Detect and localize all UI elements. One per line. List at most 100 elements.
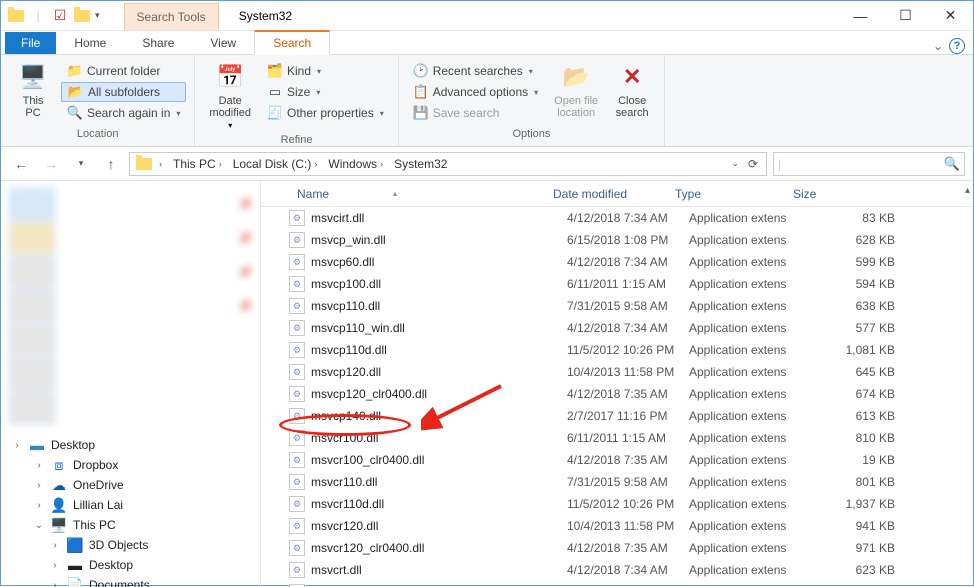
save-search-button: 💾 Save search: [407, 103, 544, 123]
navigation-pane[interactable]: 📌 📌 📌 📌 ›▬Desktop ›⧈Dropbox ›☁OneDrive ›…: [1, 181, 261, 587]
help-icon[interactable]: ?: [949, 38, 965, 54]
quick-access-item[interactable]: [1, 391, 260, 425]
tree-item-thispc[interactable]: ⌄🖥️This PC: [1, 515, 260, 535]
dll-file-icon: ⚙: [289, 474, 305, 490]
breadcrumb-segment[interactable]: Windows›: [324, 157, 390, 171]
qa-separator: |: [29, 7, 47, 25]
column-header-name[interactable]: Name▴: [289, 187, 545, 201]
search-input[interactable]: | 🔍: [773, 152, 965, 176]
group-label: Location: [77, 126, 119, 142]
file-row[interactable]: ⚙msvcp60.dll4/12/2018 7:34 AMApplication…: [261, 251, 973, 273]
folder-icon: [136, 158, 152, 170]
file-row[interactable]: ⚙msvcr100.dll6/11/2011 1:15 AMApplicatio…: [261, 427, 973, 449]
date-modified-button[interactable]: 📅 Date modified ▾: [203, 59, 257, 132]
search-icon: 🔍: [944, 156, 960, 172]
maximize-button[interactable]: ☐: [883, 2, 928, 30]
column-header-type[interactable]: Type: [667, 187, 785, 201]
dll-file-icon: ⚙: [289, 276, 305, 292]
ribbon-group-refine: 📅 Date modified ▾ 🗂️ Kind▾ ▭ Size▾ 🧾 Oth…: [195, 55, 398, 146]
quick-access-item[interactable]: 📌: [1, 255, 260, 289]
dll-file-icon: ⚙: [289, 254, 305, 270]
share-tab[interactable]: Share: [124, 32, 192, 54]
size-button[interactable]: ▭ Size▾: [261, 82, 390, 102]
breadcrumb-segment[interactable]: Local Disk (C:)›: [229, 157, 325, 171]
qa-dropdown-icon[interactable]: ▾: [95, 10, 100, 21]
search-again-in-button[interactable]: 🔍 Search again in▾: [61, 103, 186, 123]
contextual-tab-label: Search Tools: [124, 3, 219, 30]
close-search-button[interactable]: ✕ Close search: [608, 59, 656, 121]
ribbon: 🖥️ This PC 📁 Current folder 📂 All subfol…: [1, 55, 973, 147]
quick-access-item[interactable]: [1, 323, 260, 357]
file-row[interactable]: ⚙msvcp100.dll6/11/2011 1:15 AMApplicatio…: [261, 273, 973, 295]
group-label: Options: [512, 126, 550, 142]
current-folder-button[interactable]: 📁 Current folder: [61, 61, 186, 81]
breadcrumb-segment[interactable]: This PC›: [169, 157, 229, 171]
file-row[interactable]: ⚙msvfw32.dll4/12/2018 7:34 AMApplication…: [261, 581, 973, 587]
computer-icon: 🖥️: [51, 517, 67, 533]
breadcrumb[interactable]: › This PC› Local Disk (C:)› Windows› Sys…: [129, 152, 767, 176]
file-row[interactable]: ⚙msvcrt.dll4/12/2018 7:34 AMApplication …: [261, 559, 973, 581]
scroll-up-icon[interactable]: ▴: [965, 185, 970, 196]
quick-access-item[interactable]: 📌: [1, 187, 260, 221]
file-row[interactable]: ⚙msvcp_win.dll6/15/2018 1:08 PMApplicati…: [261, 229, 973, 251]
close-button[interactable]: ✕: [928, 2, 973, 30]
file-row[interactable]: ⚙msvcr100_clr0400.dll4/12/2018 7:35 AMAp…: [261, 449, 973, 471]
onedrive-icon: ☁: [51, 477, 67, 493]
file-tab[interactable]: File: [5, 32, 56, 54]
view-tab[interactable]: View: [192, 32, 254, 54]
refresh-button[interactable]: ⟳: [742, 157, 764, 171]
column-header-date[interactable]: Date modified: [545, 187, 667, 201]
properties-icon[interactable]: ☑: [51, 7, 69, 25]
file-row[interactable]: ⚙msvcp140.dll2/7/2017 11:16 PMApplicatio…: [261, 405, 973, 427]
file-row[interactable]: ⚙msvcr110d.dll11/5/2012 10:26 PMApplicat…: [261, 493, 973, 515]
main-content: 📌 📌 📌 📌 ›▬Desktop ›⧈Dropbox ›☁OneDrive ›…: [1, 181, 973, 587]
new-folder-icon[interactable]: [73, 7, 91, 25]
breadcrumb-dropdown-icon[interactable]: ⌄: [728, 158, 742, 169]
open-location-icon: 📂: [560, 61, 592, 93]
file-row[interactable]: ⚙msvcr120_clr0400.dll4/12/2018 7:35 AMAp…: [261, 537, 973, 559]
desktop-icon: ▬: [29, 437, 45, 453]
dll-file-icon: ⚙: [289, 562, 305, 578]
tree-item-onedrive[interactable]: ›☁OneDrive: [1, 475, 260, 495]
home-tab[interactable]: Home: [56, 32, 124, 54]
file-row[interactable]: ⚙msvcr110.dll7/31/2015 9:58 AMApplicatio…: [261, 471, 973, 493]
file-row[interactable]: ⚙msvcp110d.dll11/5/2012 10:26 PMApplicat…: [261, 339, 973, 361]
collapse-ribbon-icon[interactable]: ⌄: [933, 39, 943, 53]
recent-locations-button[interactable]: ▾: [69, 152, 93, 176]
minimize-button[interactable]: —: [838, 2, 883, 30]
address-bar-row: ← → ▾ ↑ › This PC› Local Disk (C:)› Wind…: [1, 147, 973, 181]
recent-searches-button[interactable]: 🕑 Recent searches▾: [407, 61, 544, 81]
tree-item-desktop[interactable]: ›▬Desktop: [1, 555, 260, 575]
tree-item-documents[interactable]: ›📄Documents: [1, 575, 260, 587]
file-row[interactable]: ⚙msvcp110_win.dll4/12/2018 7:34 AMApplic…: [261, 317, 973, 339]
advanced-options-button[interactable]: 📋 Advanced options▾: [407, 82, 544, 102]
tree-item-desktop[interactable]: ›▬Desktop: [1, 435, 260, 455]
tree-item-user[interactable]: ›👤Lillian Lai: [1, 495, 260, 515]
forward-button: →: [39, 152, 63, 176]
window-title: System32: [239, 9, 292, 23]
all-subfolders-button[interactable]: 📂 All subfolders: [61, 82, 186, 102]
column-headers: Name▴ Date modified Type Size: [261, 181, 973, 207]
breadcrumb-segment[interactable]: System32: [390, 157, 451, 171]
dll-file-icon: ⚙: [289, 518, 305, 534]
dll-file-icon: ⚙: [289, 210, 305, 226]
quick-access-item[interactable]: [1, 357, 260, 391]
quick-access-item[interactable]: 📌: [1, 221, 260, 255]
other-properties-button[interactable]: 🧾 Other properties▾: [261, 103, 390, 123]
folder-icon: 🟦: [67, 537, 83, 553]
size-icon: ▭: [267, 84, 283, 100]
quick-access-item[interactable]: 📌: [1, 289, 260, 323]
this-pc-button[interactable]: 🖥️ This PC: [9, 59, 57, 121]
back-button[interactable]: ←: [9, 152, 33, 176]
file-row[interactable]: ⚙msvcirt.dll4/12/2018 7:34 AMApplication…: [261, 207, 973, 229]
file-row[interactable]: ⚙msvcr120.dll10/4/2013 11:58 PMApplicati…: [261, 515, 973, 537]
tree-item-3d-objects[interactable]: ›🟦3D Objects: [1, 535, 260, 555]
tree-item-dropbox[interactable]: ›⧈Dropbox: [1, 455, 260, 475]
file-row[interactable]: ⚙msvcp120.dll10/4/2013 11:58 PMApplicati…: [261, 361, 973, 383]
file-row[interactable]: ⚙msvcp120_clr0400.dll4/12/2018 7:35 AMAp…: [261, 383, 973, 405]
column-header-size[interactable]: Size: [785, 187, 881, 201]
search-tab[interactable]: Search: [254, 30, 330, 55]
kind-button[interactable]: 🗂️ Kind▾: [261, 61, 390, 81]
file-row[interactable]: ⚙msvcp110.dll7/31/2015 9:58 AMApplicatio…: [261, 295, 973, 317]
up-button[interactable]: ↑: [99, 152, 123, 176]
